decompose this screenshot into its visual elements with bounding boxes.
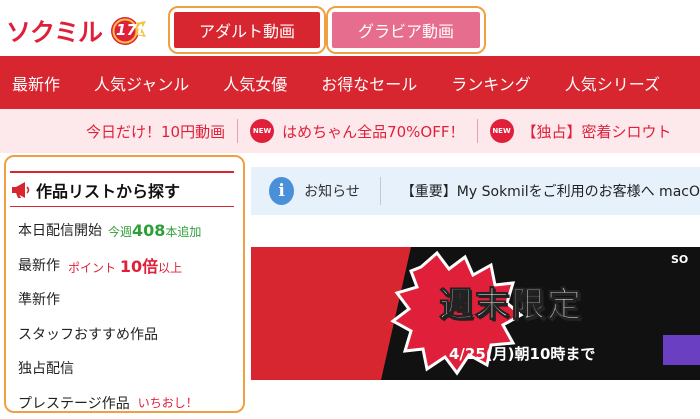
promo-link-hamechan[interactable]: NEW はめちゃん全品70%OFF！ <box>250 119 465 143</box>
recommend-note: いちおし！ <box>137 396 198 411</box>
promo-strip: 今日だけ！10円動画 NEW はめちゃん全品70%OFF！ NEW 【独占】密着… <box>0 109 700 153</box>
sidebar-item-staff-picks[interactable]: スタッフおすすめ作品 <box>18 317 238 352</box>
promo-link-hamechan-label: はめちゃん全品70%OFF！ <box>282 122 465 141</box>
sidebar-list: 本日配信開始 今週408本追加 最新作 ポイント 10倍以上 準新作 スタッフお… <box>18 213 238 412</box>
sidebar-item-label: スタッフおすすめ作品 <box>18 326 158 343</box>
nav-item-popular-series[interactable]: 人気シリーズ <box>565 71 660 95</box>
promo-divider <box>476 119 478 143</box>
weekly-added-count: 408 <box>132 220 166 240</box>
tab-gravure-video-label: グラビア動画 <box>332 12 480 48</box>
banner-headline: 週末限定 <box>439 285 583 326</box>
sidebar-item-exclusive[interactable]: 独占配信 <box>18 351 238 386</box>
promo-link-10yen[interactable]: 今日だけ！10円動画 <box>86 121 225 142</box>
weekly-added-suffix: 本追加 <box>165 224 202 239</box>
promo-divider <box>237 119 239 143</box>
point-multiplier-note: ポイント 10倍以上 <box>68 253 182 277</box>
weekly-added-prefix: 今週 <box>108 224 133 239</box>
info-icon: i <box>269 177 295 205</box>
site-logo[interactable]: ソクミル 17th <box>6 14 155 48</box>
sidebar-item-label: 独占配信 <box>18 361 74 378</box>
main-nav: 最新作 人気ジャンル 人気女優 お得なセール ランキング 人気シリーズ <box>0 56 700 109</box>
new-badge-icon: NEW <box>250 119 275 143</box>
sidebar-header: 作品リストから探す <box>10 171 234 207</box>
point-multiplier: 10倍 <box>119 256 159 276</box>
weekly-added-note: 今週408本追加 <box>108 221 201 240</box>
work-list-sidebar: 作品リストから探す 本日配信開始 今週408本追加 最新作 ポイント 10倍以上… <box>4 155 245 413</box>
tab-gravure-video[interactable]: グラビア動画 <box>326 6 486 54</box>
anniversary-badge-icon: 17th <box>108 15 155 47</box>
notice-bar[interactable]: i お知らせ 【重要】My Sokmilをご利用のお客様へ macO <box>251 167 700 215</box>
point-prefix: ポイント <box>68 260 117 275</box>
tab-adult-video[interactable]: アダルト動画 <box>168 6 326 54</box>
sidebar-item-latest[interactable]: 最新作 ポイント 10倍以上 <box>18 248 238 283</box>
promo-link-exclusive-label: 【独占】密着シロウト <box>521 122 672 141</box>
sidebar-item-label: 本日配信開始 <box>18 223 102 240</box>
sidebar-item-label: 準新作 <box>18 292 60 309</box>
nav-item-ranking[interactable]: ランキング <box>451 71 531 95</box>
nav-item-latest[interactable]: 最新作 <box>12 71 60 95</box>
megaphone-icon <box>10 179 32 201</box>
notice-divider <box>379 177 381 205</box>
nav-item-popular-actress[interactable]: 人気女優 <box>223 71 287 95</box>
promo-link-exclusive[interactable]: NEW 【独占】密着シロウト <box>489 119 672 143</box>
nav-item-popular-genre[interactable]: 人気ジャンル <box>94 71 189 95</box>
weekend-sale-banner[interactable]: 週末限定 4/25(月)朝10時まで SO <box>251 247 700 380</box>
point-suffix: 以上 <box>158 260 183 275</box>
banner-subtext: 4/25(月)朝10時まで <box>449 345 596 363</box>
sidebar-item-semi-new[interactable]: 準新作 <box>18 282 238 317</box>
sidebar-item-label: 最新作 <box>18 257 60 274</box>
nav-item-sale[interactable]: お得なセール <box>321 71 417 95</box>
sidebar-item-prestige[interactable]: プレステージ作品 いちおし！ <box>18 386 238 412</box>
sidebar-item-today-release[interactable]: 本日配信開始 今週408本追加 <box>18 213 238 248</box>
site-header: ソクミル 17th アダルト動画 グラビア動画 <box>0 0 700 56</box>
notice-label: お知らせ <box>304 184 360 200</box>
notice-text[interactable]: 【重要】My Sokmilをご利用のお客様へ macO <box>401 181 700 201</box>
tab-adult-video-label: アダルト動画 <box>174 12 320 48</box>
sidebar-title: 作品リストから探す <box>36 181 181 201</box>
logo-text: ソクミル <box>6 18 103 47</box>
sidebar-item-label: プレステージ作品 <box>18 395 130 412</box>
anniversary-badge-text: 17th <box>116 21 155 39</box>
banner-side-text: SO <box>671 253 689 266</box>
new-badge-icon: NEW <box>489 119 514 143</box>
